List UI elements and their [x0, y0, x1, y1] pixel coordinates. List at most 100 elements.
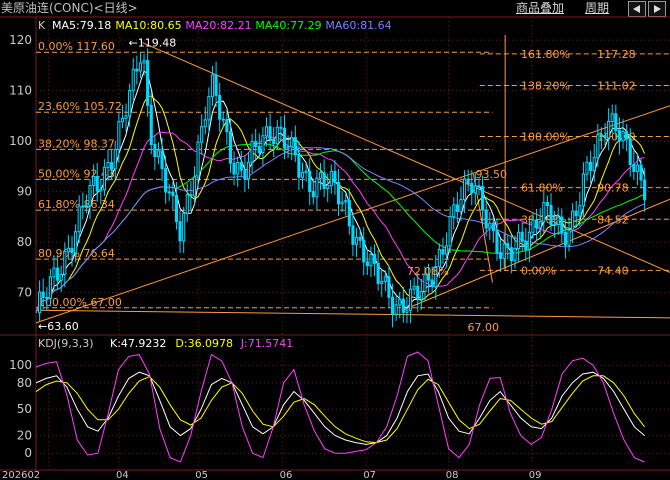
- candle-body: [585, 161, 589, 175]
- candle-body: [171, 191, 175, 197]
- kdj-line-kdj_j: [35, 351, 645, 463]
- candle-body: [542, 202, 546, 223]
- kdj-y-tick-label: 20: [17, 429, 32, 443]
- kdj-legend-kdj_j: J:71.5741: [240, 337, 293, 350]
- candle-body: [146, 60, 150, 106]
- candle-body: [214, 74, 218, 96]
- candle-body: [207, 96, 211, 121]
- candle-body: [509, 247, 513, 262]
- kdj-y-tick-label: 50: [17, 402, 32, 416]
- candle-body: [81, 205, 85, 208]
- candle-body: [563, 231, 567, 246]
- candle-body: [286, 146, 290, 149]
- candle-body: [322, 172, 326, 189]
- candle-body: [484, 209, 488, 229]
- candle-body: [268, 126, 272, 141]
- x-tick-label: 07: [363, 470, 376, 480]
- chart-canvas[interactable]: 120 110 100 90 80 70 100 80 50 20 0 202602 04 05 06 07 0…: [0, 0, 670, 480]
- candle-body: [354, 236, 359, 245]
- candle-body: [228, 131, 233, 164]
- candle-body: [38, 291, 42, 314]
- candle-body: [362, 239, 366, 263]
- fib-right-price: 111.02: [597, 79, 636, 92]
- x-tick-label: 09: [529, 470, 542, 480]
- candle-body: [369, 253, 373, 267]
- candle-body: [308, 170, 312, 193]
- candle-body: [405, 309, 409, 313]
- candle-body: [48, 276, 52, 299]
- candle-body: [70, 247, 74, 254]
- candle-body: [527, 231, 531, 250]
- ma-line-ma60: [35, 146, 645, 313]
- candle-body: [261, 135, 265, 154]
- candle-body: [290, 137, 294, 148]
- candle-body: [135, 68, 139, 72]
- candle-body: [257, 145, 261, 154]
- candle-body: [92, 176, 96, 186]
- candle-body: [408, 288, 413, 311]
- candle-body: [610, 113, 614, 122]
- candle-body: [390, 296, 395, 315]
- candle-body: [185, 194, 189, 214]
- candle-body: [160, 150, 164, 170]
- candle-body: [340, 201, 344, 205]
- candle-body: [56, 267, 60, 281]
- candle-body: [459, 199, 463, 213]
- candle-body: [218, 94, 222, 120]
- candle-body: [138, 62, 143, 72]
- candle-body: [279, 126, 283, 129]
- candle-body: [246, 161, 251, 180]
- candle-body: [210, 74, 215, 98]
- candle-body: [401, 298, 405, 313]
- candle-body: [578, 205, 582, 217]
- candle-body: [84, 205, 88, 208]
- candle-body: [250, 141, 254, 163]
- candle-body: [473, 185, 477, 194]
- candle-body: [196, 141, 200, 178]
- ma-legend-ma5: MA5:79.18: [52, 19, 111, 32]
- candle-body: [535, 219, 539, 229]
- candle-body: [398, 298, 402, 306]
- trendline-base: [35, 309, 670, 319]
- y-tick-label: 110: [9, 84, 32, 98]
- candle-body: [589, 161, 593, 171]
- candle-body: [232, 162, 236, 175]
- candle-body: [481, 186, 485, 211]
- candle-body: [142, 60, 146, 64]
- candle-body: [347, 200, 351, 227]
- candle-body: [192, 176, 197, 197]
- candle-body: [106, 162, 110, 168]
- x-tick-label: 04: [116, 470, 129, 480]
- candle-body: [617, 130, 622, 142]
- candle-body: [538, 221, 542, 229]
- y-tick-label: 120: [9, 33, 32, 47]
- candle-body: [318, 172, 323, 179]
- candle-body: [599, 134, 603, 137]
- fib-right-price: 90.78: [597, 182, 629, 195]
- candle-body: [477, 185, 481, 188]
- candle-body: [607, 120, 611, 139]
- candle-body: [164, 168, 168, 193]
- candle-body: [553, 224, 557, 227]
- candle-body: [113, 149, 117, 170]
- candle-body: [571, 210, 575, 231]
- candle-body: [66, 247, 70, 253]
- candle-body: [614, 113, 618, 132]
- fib-right-label: 138.20%: [521, 79, 570, 92]
- candle-body: [272, 139, 276, 145]
- kdj-panel-name: KDJ(9,3,3): [38, 337, 94, 350]
- fib-right-label: 61.80%: [521, 182, 563, 195]
- candle-body: [502, 243, 506, 259]
- x-tick-label: 202602: [2, 470, 40, 480]
- candle-body: [74, 231, 78, 254]
- candle-body: [455, 204, 459, 213]
- swing-high-label: 93.50: [475, 168, 507, 181]
- high-price-label: ←119.48: [129, 37, 177, 50]
- candle-body: [517, 231, 521, 250]
- candle-body: [203, 119, 207, 128]
- fib-left-label: 23.60% 105.72: [38, 100, 122, 113]
- candle-body: [520, 231, 524, 242]
- x-tick-label: 06: [280, 470, 293, 480]
- candle-body: [430, 279, 434, 288]
- candle-body: [628, 138, 632, 166]
